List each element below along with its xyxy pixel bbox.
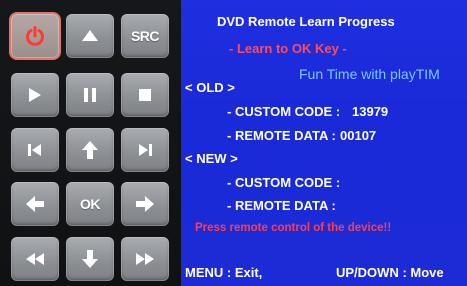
menu-exit-hint: MENU : Exit, xyxy=(185,265,263,280)
fast-forward-icon xyxy=(136,253,154,265)
power-button[interactable] xyxy=(11,14,59,58)
rewind-icon xyxy=(26,253,44,265)
stop-button[interactable] xyxy=(121,73,169,117)
old-custom-code-label: - CUSTOM CODE : xyxy=(227,104,341,119)
pause-icon xyxy=(84,88,96,102)
old-section-label: < OLD > xyxy=(185,80,235,95)
rewind-button[interactable] xyxy=(11,237,59,281)
up-down-move-hint: UP/DOWN : Move xyxy=(336,265,444,280)
remote-learn-screen: SRC OK DVD Remote Learn Progress - Learn… xyxy=(0,0,467,286)
arrow-right-icon xyxy=(136,196,154,212)
watermark-text: Fun Time with playTIM xyxy=(299,66,440,82)
old-custom-code-value: 13979 xyxy=(352,104,389,119)
play-icon xyxy=(29,88,41,102)
new-custom-code-label: - CUSTOM CODE : xyxy=(227,175,341,190)
next-button[interactable] xyxy=(121,128,169,172)
down-button[interactable] xyxy=(66,237,114,281)
remote-keypad: SRC OK xyxy=(0,0,181,286)
right-button[interactable] xyxy=(121,182,169,226)
pause-button[interactable] xyxy=(66,73,114,117)
learn-key-subtitle: - Learn to OK Key - xyxy=(229,41,347,56)
arrow-left-icon xyxy=(26,196,44,212)
stop-icon xyxy=(139,89,151,101)
eject-icon xyxy=(82,30,98,41)
skip-previous-icon xyxy=(28,144,41,156)
ok-label: OK xyxy=(80,196,101,212)
play-button[interactable] xyxy=(11,73,59,117)
skip-next-icon xyxy=(139,144,152,156)
ok-button[interactable]: OK xyxy=(66,182,114,226)
up-button[interactable] xyxy=(66,128,114,172)
old-remote-data-label: - REMOTE DATA : xyxy=(227,128,336,143)
previous-button[interactable] xyxy=(11,128,59,172)
src-button[interactable]: SRC xyxy=(121,14,169,58)
new-section-label: < NEW > xyxy=(185,151,238,166)
old-remote-data-value: 00107 xyxy=(340,128,377,143)
new-remote-data-label: - REMOTE DATA : xyxy=(227,198,336,213)
power-icon xyxy=(26,26,44,46)
screen-title: DVD Remote Learn Progress xyxy=(217,14,395,29)
progress-screen: DVD Remote Learn Progress - Learn to OK … xyxy=(181,0,467,286)
left-button[interactable] xyxy=(11,182,59,226)
arrow-up-icon xyxy=(82,141,98,159)
fast-forward-button[interactable] xyxy=(121,237,169,281)
eject-button[interactable] xyxy=(66,14,114,58)
arrow-down-icon xyxy=(82,250,98,268)
src-label: SRC xyxy=(130,28,160,44)
press-remote-prompt: Press remote control of the device!! xyxy=(195,222,392,234)
